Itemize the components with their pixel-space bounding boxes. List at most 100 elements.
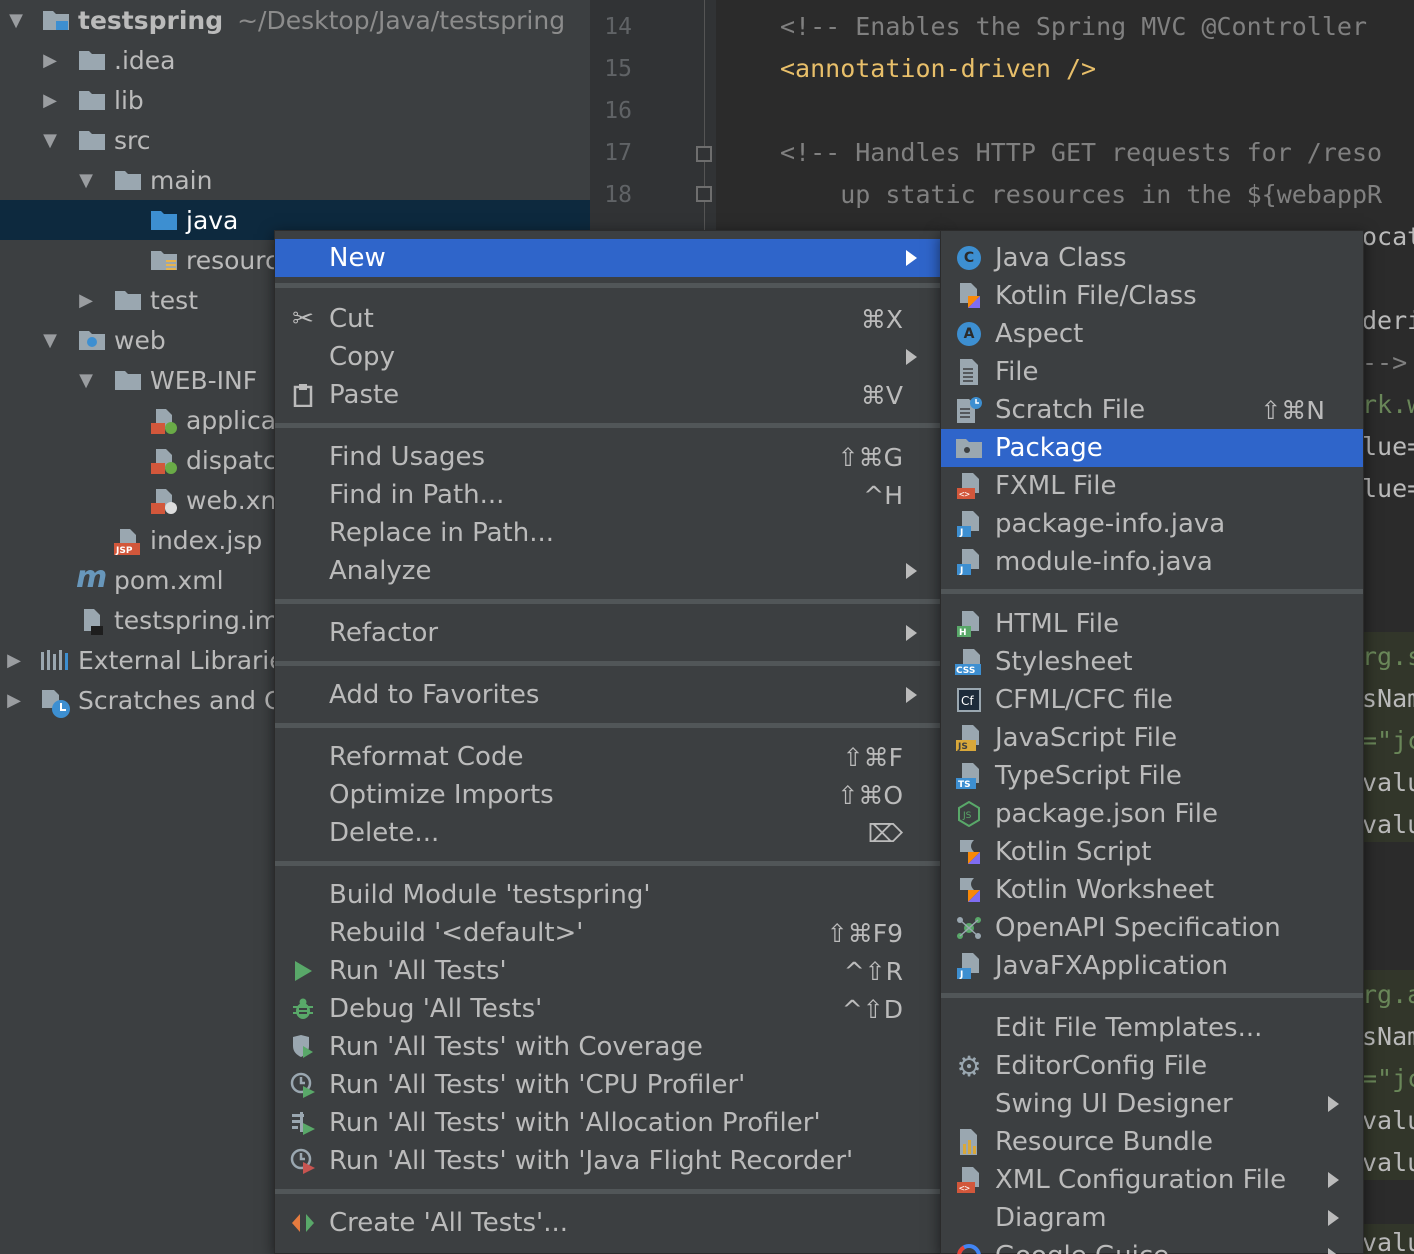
submenu-arrow-icon [1328, 1096, 1339, 1112]
module-folder-icon [42, 8, 70, 32]
code-fragment: valu [1362, 1148, 1414, 1177]
menu-item-label: OpenAPI Specification [995, 913, 1281, 943]
menu-item-run-with-coverage[interactable]: Run 'All Tests' with Coverage [275, 1028, 941, 1066]
menu-item-replace-in-path[interactable]: Replace in Path... [275, 514, 941, 552]
menu-item-find-usages[interactable]: Find Usages ⇧⌘G [275, 438, 941, 476]
menu-item-file[interactable]: File [941, 353, 1363, 391]
menu-item-refactor[interactable]: Refactor [275, 614, 941, 652]
tree-item-label: applica [186, 405, 277, 435]
fold-marker-icon[interactable] [696, 186, 712, 202]
menu-item-module-info[interactable]: J module-info.java [941, 543, 1363, 581]
chevron-down-icon[interactable]: ▼ [76, 370, 96, 391]
line-number: 17 [604, 140, 632, 166]
menu-item-label: CFML/CFC file [995, 685, 1173, 715]
menu-item-label: Swing UI Designer [995, 1089, 1233, 1119]
chevron-right-icon[interactable]: ▶ [76, 290, 96, 311]
fold-marker-icon[interactable] [696, 146, 712, 162]
menu-item-stylesheet[interactable]: CSS Stylesheet [941, 643, 1363, 681]
menu-item-new[interactable]: New [275, 239, 941, 277]
menu-item-run-cpu-profiler[interactable]: Run 'All Tests' with 'CPU Profiler' [275, 1066, 941, 1104]
menu-item-find-in-path[interactable]: Find in Path... ^H [275, 476, 941, 514]
menu-item-swing-ui-designer[interactable]: Swing UI Designer [941, 1085, 1363, 1123]
google-icon [955, 1242, 983, 1254]
menu-item-xml-configuration[interactable]: <> XML Configuration File [941, 1161, 1363, 1199]
menu-item-optimize-imports[interactable]: Optimize Imports ⇧⌘O [275, 776, 941, 814]
menu-item-package-info[interactable]: J package-info.java [941, 505, 1363, 543]
menu-item-typescript-file[interactable]: TS TypeScript File [941, 757, 1363, 795]
maven-icon: m [76, 560, 108, 595]
tree-row-lib[interactable]: ▶ lib [0, 80, 590, 120]
menu-item-kotlin-worksheet[interactable]: Kotlin Worksheet [941, 871, 1363, 909]
allocation-profiler-icon [289, 1109, 317, 1137]
menu-item-aspect[interactable]: A Aspect [941, 315, 1363, 353]
menu-item-java-class[interactable]: C Java Class [941, 239, 1363, 277]
chevron-down-icon[interactable]: ▼ [76, 170, 96, 191]
menu-item-delete[interactable]: Delete... ⌦ [275, 814, 941, 852]
openapi-icon [955, 914, 983, 942]
menu-item-debug-all-tests[interactable]: Debug 'All Tests' ^⇧D [275, 990, 941, 1028]
chevron-right-icon[interactable]: ▶ [4, 650, 24, 671]
menu-item-create-all-tests[interactable]: Create 'All Tests'... [275, 1204, 941, 1242]
menu-item-fxml-file[interactable]: <> FXML File [941, 467, 1363, 505]
folder-icon [114, 168, 142, 192]
svg-text:CSS: CSS [956, 666, 975, 676]
run-icon [289, 957, 317, 985]
menu-item-run-all-tests[interactable]: Run 'All Tests' ^⇧R [275, 952, 941, 990]
menu-item-package-json[interactable]: JS package.json File [941, 795, 1363, 833]
menu-item-label: New [329, 243, 386, 273]
menu-item-kotlin-file[interactable]: Kotlin File/Class [941, 277, 1363, 315]
folder-icon [78, 48, 106, 72]
menu-item-package[interactable]: Package [941, 429, 1363, 467]
submenu-arrow-icon [906, 563, 917, 579]
line-number: 18 [604, 182, 632, 208]
chevron-right-icon[interactable]: ▶ [40, 50, 60, 71]
cpu-profiler-icon [289, 1071, 317, 1099]
tree-row-main[interactable]: ▼ main [0, 160, 590, 200]
menu-item-javafx-application[interactable]: J JavaFXApplication [941, 947, 1363, 985]
tree-row-src[interactable]: ▼ src [0, 120, 590, 160]
menu-item-build-module[interactable]: Build Module 'testspring' [275, 876, 941, 914]
resource-bundle-icon [955, 1128, 983, 1156]
code-fragment: lue= [1362, 432, 1414, 461]
menu-item-reformat-code[interactable]: Reformat Code ⇧⌘F [275, 738, 941, 776]
menu-item-scratch-file[interactable]: Scratch File ⇧⌘N [941, 391, 1363, 429]
menu-item-diagram[interactable]: Diagram [941, 1199, 1363, 1237]
menu-item-cfml-file[interactable]: Cf CFML/CFC file [941, 681, 1363, 719]
chevron-right-icon[interactable]: ▶ [4, 690, 24, 711]
menu-item-edit-file-templates[interactable]: Edit File Templates... [941, 1009, 1363, 1047]
menu-item-label: Create 'All Tests'... [329, 1208, 568, 1238]
menu-item-openapi[interactable]: OpenAPI Specification [941, 909, 1363, 947]
menu-item-editorconfig[interactable]: ⚙ EditorConfig File [941, 1047, 1363, 1085]
chevron-right-icon[interactable]: ▶ [40, 90, 60, 111]
menu-item-javascript-file[interactable]: JS JavaScript File [941, 719, 1363, 757]
menu-item-copy[interactable]: Copy [275, 338, 941, 376]
chevron-down-icon[interactable]: ▼ [40, 130, 60, 151]
menu-item-label: Rebuild '<default>' [329, 918, 584, 948]
chevron-down-icon[interactable]: ▼ [40, 330, 60, 351]
tree-row-root[interactable]: ▼ testspring ~/Desktop/Java/testspring [0, 0, 590, 40]
code-fragment: rk.w [1362, 390, 1414, 419]
menu-separator [275, 861, 941, 866]
folder-icon [114, 288, 142, 312]
tree-item-label: web.xn [186, 485, 277, 515]
menu-item-cut[interactable]: ✂ Cut ⌘X [275, 300, 941, 338]
html-file-icon: H [955, 610, 983, 638]
menu-item-resource-bundle[interactable]: Resource Bundle [941, 1123, 1363, 1161]
menu-item-rebuild[interactable]: Rebuild '<default>' ⇧⌘F9 [275, 914, 941, 952]
chevron-down-icon[interactable]: ▼ [6, 10, 26, 31]
menu-item-add-to-favorites[interactable]: Add to Favorites [275, 676, 941, 714]
menu-item-run-allocation-profiler[interactable]: Run 'All Tests' with 'Allocation Profile… [275, 1104, 941, 1142]
menu-item-google-guice[interactable]: Google Guice [941, 1237, 1363, 1254]
line-number: 16 [604, 98, 632, 124]
menu-item-paste[interactable]: Paste ⌘V [275, 376, 941, 414]
code-fragment: deri [1362, 306, 1414, 335]
tree-row-idea[interactable]: ▶ .idea [0, 40, 590, 80]
menu-item-label: Find in Path... [329, 480, 505, 510]
menu-item-analyze[interactable]: Analyze [275, 552, 941, 590]
tree-item-label: web [114, 325, 166, 355]
menu-separator [275, 661, 941, 666]
svg-text:J: J [959, 566, 963, 576]
menu-item-run-flight-recorder[interactable]: Run 'All Tests' with 'Java Flight Record… [275, 1142, 941, 1180]
menu-item-html-file[interactable]: H HTML File [941, 605, 1363, 643]
menu-item-kotlin-script[interactable]: Kotlin Script [941, 833, 1363, 871]
